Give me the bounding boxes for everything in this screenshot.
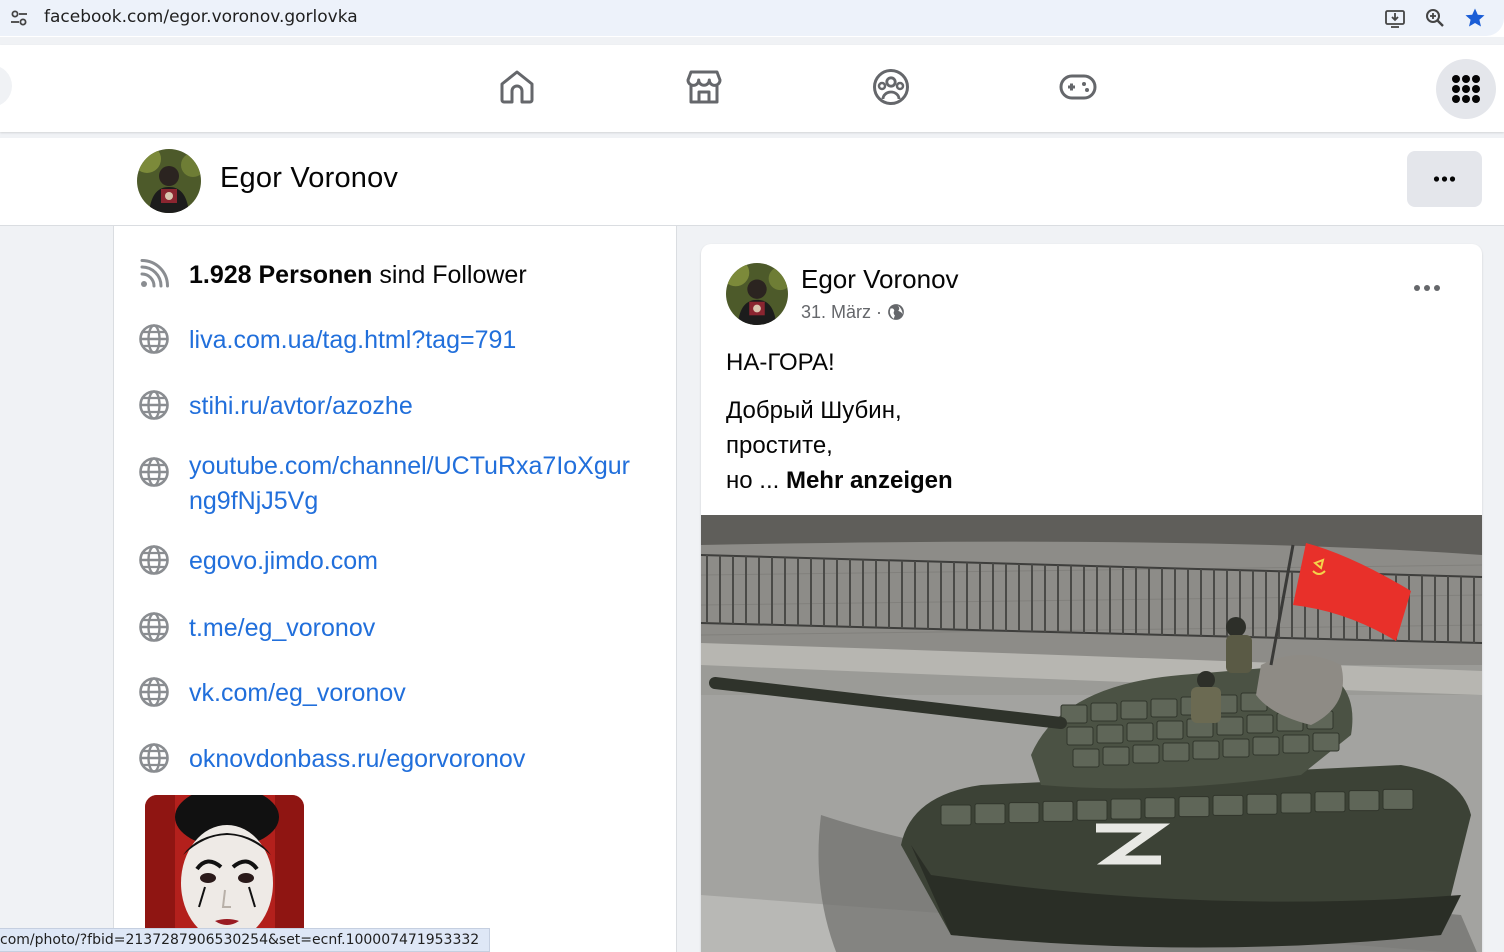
rss-followers-icon xyxy=(140,259,169,288)
website-link[interactable]: oknovdonbass.ru/egorvoronov xyxy=(189,745,525,773)
profile-header: Egor Voronov xyxy=(0,138,1504,226)
marketplace-icon[interactable] xyxy=(684,67,724,107)
website-link[interactable]: t.me/eg_voronov xyxy=(189,614,375,642)
avatar-image xyxy=(137,149,201,213)
post-text-line: Добрый Шубин, xyxy=(726,397,902,424)
home-icon[interactable] xyxy=(497,67,537,107)
post-photo[interactable] xyxy=(701,515,1482,952)
followers-count[interactable]: 1.928 Personen xyxy=(189,261,372,289)
profile-name[interactable]: Egor Voronov xyxy=(220,162,398,195)
search-button-partial[interactable] xyxy=(0,65,12,107)
website-link[interactable]: stihi.ru/avtor/azozhe xyxy=(189,392,413,420)
post-date[interactable]: 31. März xyxy=(801,302,871,322)
globe-icon xyxy=(139,545,169,575)
post-text-truncated: но ... xyxy=(726,467,786,494)
post-card: Egor Voronov 31. März · НА-ГОРА! Добрый … xyxy=(701,244,1482,952)
post-text-line: НА-ГОРА! xyxy=(726,349,835,376)
post-options-icon[interactable] xyxy=(1407,278,1447,298)
website-link[interactable]: egovo.jimdo.com xyxy=(189,547,378,575)
youtube-link-line2[interactable]: ng9fNjJ5Vg xyxy=(189,487,318,515)
facebook-top-nav xyxy=(0,45,1504,132)
hover-link-url: com/photo/?fbid=2137287906530254&set=ecn… xyxy=(0,932,480,948)
apps-grid-icon xyxy=(1452,75,1480,103)
globe-icon xyxy=(139,324,169,354)
followers-text: 1.928 Personen sind Follower xyxy=(189,258,527,293)
globe-icon xyxy=(139,743,169,773)
browser-address-bar: facebook.com/egor.voronov.gorlovka xyxy=(0,0,1504,37)
gaming-icon[interactable] xyxy=(1058,67,1098,107)
website-link[interactable]: youtube.com/channel/UCTuRxa7IoXgur ng9fNj… xyxy=(189,452,630,515)
post-meta: 31. März · xyxy=(801,302,905,323)
website-link[interactable]: vk.com/eg_voronov xyxy=(189,679,406,707)
meta-separator: · xyxy=(871,302,888,322)
browser-status-bar: com/photo/?fbid=2137287906530254&set=ecn… xyxy=(0,928,491,952)
avatar-image xyxy=(726,263,788,325)
globe-icon xyxy=(139,390,169,420)
intro-column: 1.928 Personen sind Follower liva.com.ua… xyxy=(113,226,677,952)
public-globe-icon[interactable] xyxy=(887,303,905,321)
profile-avatar[interactable] xyxy=(137,149,201,213)
see-more-link[interactable]: Mehr anzeigen xyxy=(786,467,953,494)
profile-more-button[interactable] xyxy=(1407,151,1482,207)
website-link[interactable]: liva.com.ua/tag.html?tag=791 xyxy=(189,326,516,354)
globe-icon xyxy=(139,612,169,642)
post-author-avatar[interactable] xyxy=(726,263,788,325)
post-text-line: простите, xyxy=(726,432,833,459)
more-dots-icon xyxy=(1433,176,1456,182)
globe-icon xyxy=(139,677,169,707)
install-app-icon[interactable] xyxy=(1383,6,1407,30)
address-url[interactable]: facebook.com/egor.voronov.gorlovka xyxy=(44,7,358,27)
globe-icon xyxy=(139,457,169,487)
youtube-link-line1[interactable]: youtube.com/channel/UCTuRxa7IoXgur xyxy=(189,452,630,480)
apps-menu-button[interactable] xyxy=(1436,59,1496,119)
bookmark-star-icon[interactable] xyxy=(1463,6,1487,30)
zoom-icon[interactable] xyxy=(1423,6,1447,30)
groups-icon[interactable] xyxy=(871,67,911,107)
followers-suffix: sind Follower xyxy=(372,261,527,289)
post-author-name[interactable]: Egor Voronov xyxy=(801,264,959,295)
post-text-line: но ... Mehr anzeigen xyxy=(726,463,953,498)
tune-icon[interactable] xyxy=(8,7,30,29)
